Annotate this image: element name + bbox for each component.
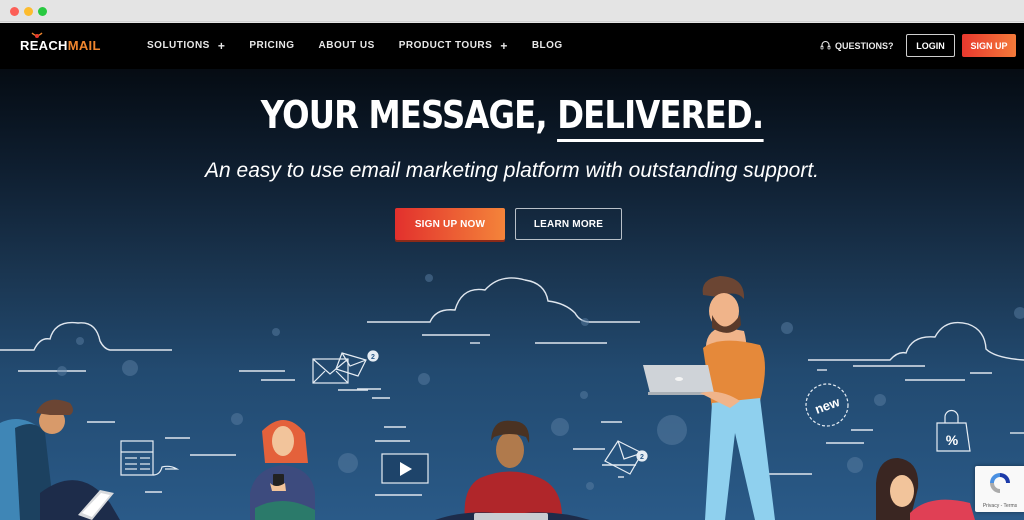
envelope-count-badge-2: 2 (640, 454, 644, 461)
nav-item-blog[interactable]: BLOG (532, 40, 563, 51)
hero-page: REACHMAIL SOLUTIONS + PRICING ABOUT US P… (0, 23, 1024, 520)
window-maximize-button[interactable] (38, 7, 47, 16)
person-standing-bearded (643, 276, 775, 520)
hero-illustration: 2 2 new % (0, 274, 1024, 520)
plus-icon: + (500, 38, 508, 53)
shopping-bag-icon: % (936, 409, 971, 452)
sign-up-now-button[interactable]: SIGN UP NOW (395, 208, 505, 240)
learn-more-button[interactable]: LEARN MORE (515, 208, 622, 240)
recaptcha-privacy-terms[interactable]: Privacy - Terms (975, 503, 1024, 509)
envelope-pair-icon (312, 350, 379, 384)
person-woman-phone (250, 419, 315, 520)
nav-item-solutions[interactable]: SOLUTIONS + (147, 38, 226, 53)
bubbles (57, 274, 1024, 490)
signup-button[interactable]: SIGN UP (962, 34, 1016, 57)
recaptcha-icon (990, 473, 1010, 493)
nav-links: SOLUTIONS + PRICING ABOUT US PRODUCT TOU… (147, 38, 587, 53)
nav-item-product-tours[interactable]: PRODUCT TOURS + (399, 38, 508, 53)
person-woman-lying (876, 458, 975, 520)
hero-headline: YOUR MESSAGE, DELIVERED. (77, 93, 947, 142)
window-close-button[interactable] (10, 7, 19, 16)
video-play-icon (381, 453, 429, 484)
window-minimize-button[interactable] (24, 7, 33, 16)
new-badge-icon: new (805, 383, 849, 427)
reachmail-logo[interactable]: REACHMAIL (20, 38, 101, 53)
svg-text:new: new (813, 394, 843, 417)
headset-icon (820, 41, 831, 50)
svg-text:%: % (946, 432, 959, 448)
plus-icon: + (217, 38, 226, 53)
nav-item-about-us[interactable]: ABOUT US (319, 40, 375, 51)
login-button[interactable]: LOGIN (906, 34, 955, 57)
envelope-count-badge: 2 (371, 354, 375, 361)
top-navigation: REACHMAIL SOLUTIONS + PRICING ABOUT US P… (0, 23, 1024, 69)
hero-subheadline: An easy to use email marketing platform … (205, 159, 819, 182)
nav-item-pricing[interactable]: PRICING (249, 40, 294, 51)
newsletter-icon (120, 440, 180, 476)
questions-link[interactable]: QUESTIONS? (820, 40, 894, 51)
person-man-laptop-center (435, 420, 590, 520)
recaptcha-badge[interactable]: Privacy - Terms (975, 466, 1024, 512)
cloud-left (0, 321, 172, 351)
person-sitting-laptop-left (0, 399, 120, 520)
browser-chrome (0, 0, 1024, 22)
